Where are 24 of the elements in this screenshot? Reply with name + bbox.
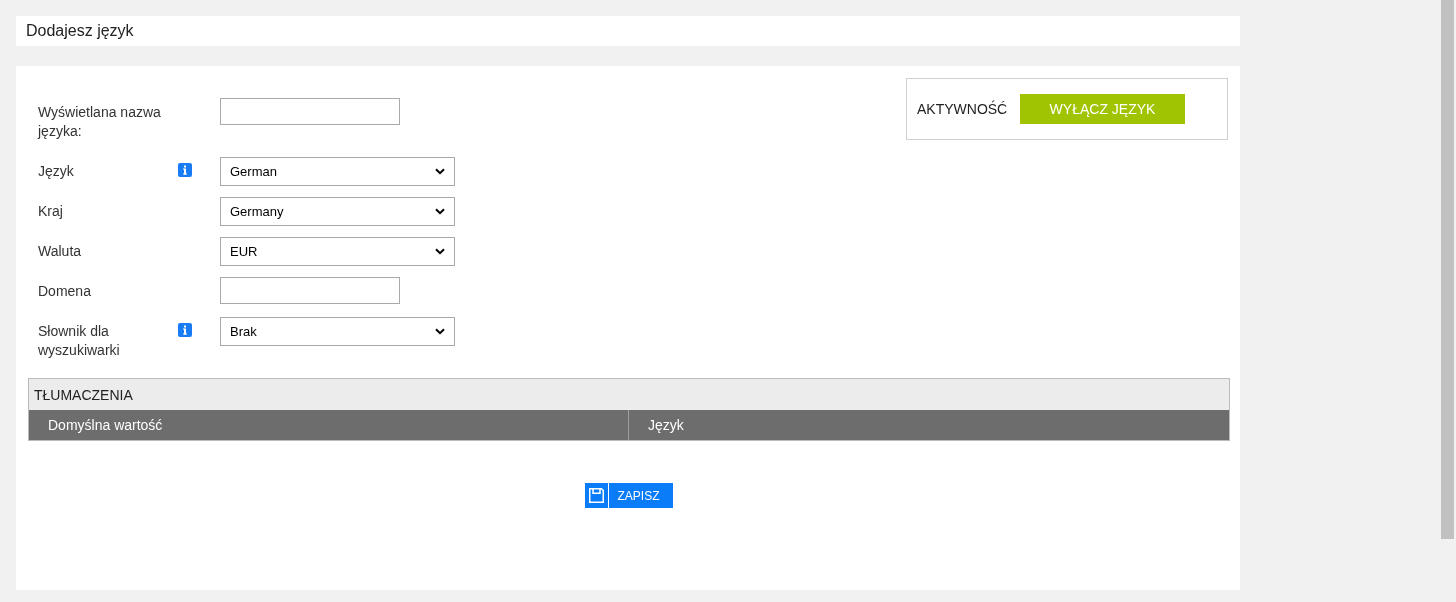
field-label: Domena — [38, 282, 92, 301]
info-icon[interactable] — [178, 323, 192, 337]
column-header: Język — [628, 410, 1229, 440]
select-field[interactable]: EUR — [220, 237, 455, 266]
field-label: Kraj — [38, 202, 64, 221]
select-field[interactable]: German — [220, 157, 455, 186]
chevron-down-icon — [435, 248, 445, 255]
field-label: Słownik dla wyszukiwarki — [38, 322, 121, 360]
chevron-down-icon — [435, 328, 445, 335]
section-title: TŁUMACZENIA — [29, 379, 1229, 410]
select-field[interactable]: Brak — [220, 317, 455, 346]
column-header: Domyślna wartość — [47, 416, 164, 435]
text-input[interactable] — [220, 277, 400, 304]
select-field[interactable]: Germany — [220, 197, 455, 226]
activity-label: AKTYWNOŚĆ — [917, 101, 1009, 117]
text-input[interactable] — [220, 98, 400, 125]
field-label: Wyświetlana nazwa języka: — [38, 103, 162, 141]
info-icon[interactable] — [178, 163, 192, 177]
scrollbar[interactable] — [1441, 0, 1454, 539]
field-label: Waluta — [38, 242, 83, 261]
chevron-down-icon — [435, 208, 445, 215]
field-label: Język — [38, 162, 75, 181]
page-title: Dodajesz język — [16, 16, 1240, 46]
chevron-down-icon — [435, 168, 445, 175]
